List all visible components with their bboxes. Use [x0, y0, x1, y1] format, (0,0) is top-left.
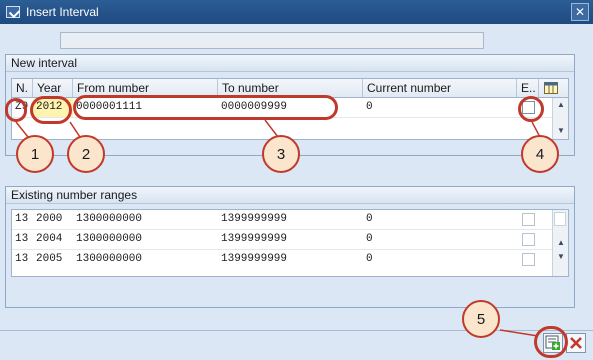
callout-1: 1 [16, 135, 54, 173]
callout-2: 2 [67, 135, 105, 173]
callout-3: 3 [262, 135, 300, 173]
callout-5: 5 [462, 300, 500, 338]
callout-4: 4 [521, 135, 559, 173]
callout-connectors [15, 119, 541, 337]
